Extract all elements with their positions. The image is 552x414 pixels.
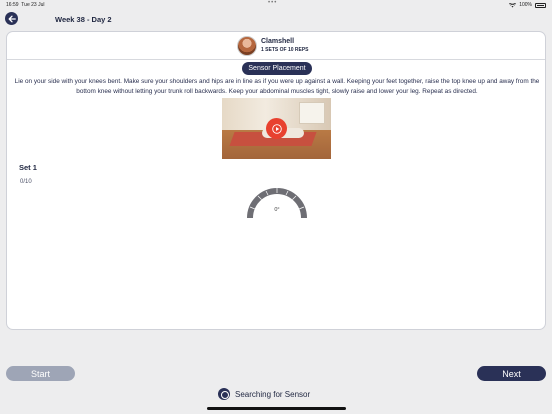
exercise-instructions: Lie on your side with your knees bent. M…: [14, 78, 540, 95]
exercise-sets-reps: 1 SETS OF 10 REPS: [261, 47, 309, 53]
angle-gauge-arc: [247, 188, 307, 219]
exercise-card: Clamshell 1 SETS OF 10 REPS Sensor Place…: [6, 31, 546, 330]
set-title: Set 1: [19, 163, 37, 172]
rep-counter: 0/10: [20, 179, 32, 185]
back-button[interactable]: [5, 12, 18, 25]
arrow-left-icon: [8, 15, 16, 22]
status-time: 16:59 Tue 23 Jul: [6, 2, 44, 8]
sensor-placement-button[interactable]: Sensor Placement: [242, 62, 312, 75]
exercise-video[interactable]: [222, 98, 331, 159]
sensor-status: Searching for Sensor: [218, 388, 310, 400]
status-indicators: 100%: [509, 2, 546, 8]
clock-time: 16:59: [6, 2, 19, 8]
next-button[interactable]: Next: [477, 366, 546, 381]
exercise-name: Clamshell: [261, 38, 295, 45]
start-button[interactable]: Start: [6, 366, 75, 381]
angle-value: 0°: [274, 207, 280, 213]
wifi-icon: [509, 2, 517, 7]
play-icon: [271, 123, 282, 134]
exercise-header: Clamshell 1 SETS OF 10 REPS: [7, 32, 545, 60]
battery-icon: [535, 2, 546, 8]
video-play-button[interactable]: [266, 118, 287, 139]
top-nav: Week 38 - Day 2: [0, 11, 552, 29]
video-frame-window: [299, 102, 325, 124]
home-indicator[interactable]: [207, 407, 346, 410]
multitasking-dots[interactable]: •••: [268, 0, 277, 6]
sensor-icon: [218, 388, 230, 400]
angle-gauge: 0°: [245, 186, 309, 220]
exercise-thumbnail: [237, 36, 257, 56]
battery-percent: 100%: [519, 2, 532, 8]
clock-date: Tue 23 Jul: [21, 2, 45, 8]
status-bar: 16:59 Tue 23 Jul ••• 100%: [0, 0, 552, 10]
sensor-status-text: Searching for Sensor: [235, 389, 311, 399]
page-title: Week 38 - Day 2: [55, 15, 112, 24]
